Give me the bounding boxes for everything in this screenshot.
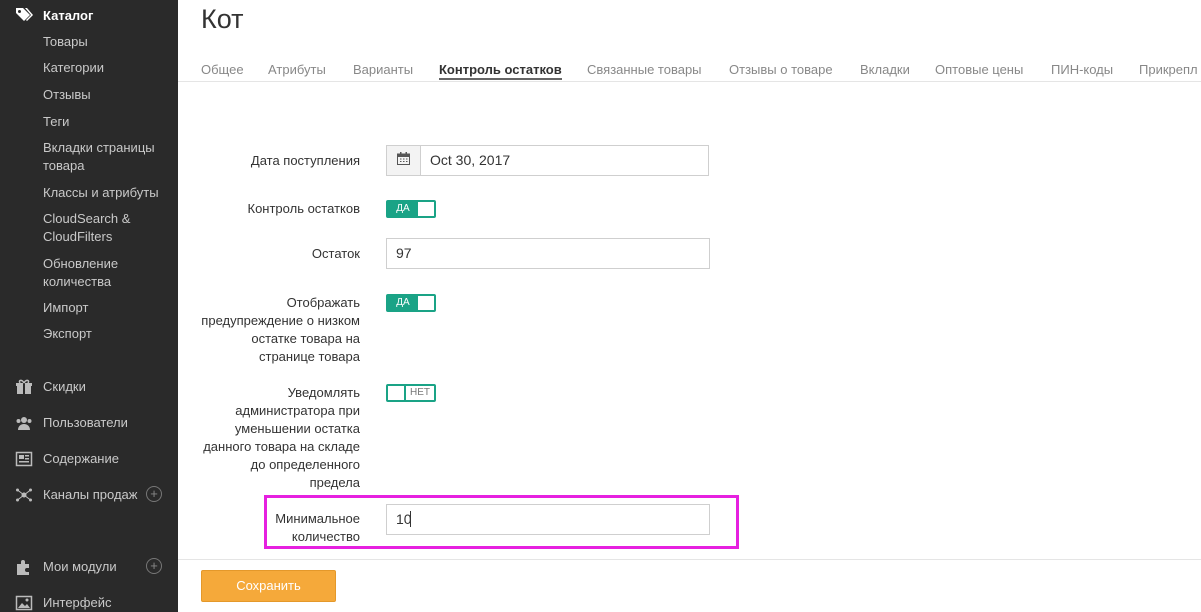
- users-icon: [15, 415, 33, 436]
- sidebar-item-label: Мои модули: [43, 559, 117, 574]
- sidebar-item-content[interactable]: Содержание: [0, 448, 178, 470]
- sidebar-item-label: Скидки: [43, 379, 86, 394]
- puzzle-icon: [15, 559, 33, 580]
- stock-control-toggle[interactable]: ДА: [386, 200, 436, 218]
- calendar-button[interactable]: [387, 146, 421, 175]
- sidebar-item-my-modules[interactable]: Мои модули +: [0, 556, 178, 578]
- arrival-date-field[interactable]: Oct 30, 2017: [386, 145, 709, 176]
- stock-label: Остаток: [311, 246, 360, 261]
- tab-pin-codes[interactable]: ПИН-коды: [1051, 62, 1113, 77]
- sidebar-item-discounts[interactable]: Скидки: [0, 376, 178, 398]
- calendar-icon: [397, 151, 410, 170]
- tags-icon: [15, 7, 33, 28]
- sidebar-item-label: Интерфейс: [43, 595, 112, 610]
- toggle-on-label: ДА: [388, 202, 418, 216]
- notify-admin-label: Уведомлять администратора при уменьшении…: [203, 385, 360, 490]
- low-stock-warning-label: Отображать предупреждение о низком остат…: [201, 295, 360, 364]
- sidebar-subitem-product-tabs[interactable]: Вкладки страницы товара: [43, 139, 168, 175]
- sidebar-item-users[interactable]: Пользователи: [0, 412, 178, 434]
- toggle-off-label: НЕТ: [404, 386, 434, 400]
- sidebar-subitem-cloudsearch[interactable]: CloudSearch & CloudFilters: [43, 210, 168, 246]
- tab-attachments[interactable]: Прикрепл: [1139, 62, 1198, 77]
- toggle-on-label: ДА: [388, 296, 418, 310]
- stock-control-label: Контроль остатков: [247, 201, 361, 216]
- tab-stock-control[interactable]: Контроль остатков: [439, 62, 562, 80]
- sidebar-subitem-tags[interactable]: Теги: [43, 113, 168, 131]
- sidebar-item-label: Пользователи: [43, 415, 128, 430]
- sidebar-subitem-classes-attributes[interactable]: Классы и атрибуты: [43, 184, 168, 202]
- sidebar-item-interface[interactable]: Интерфейс: [0, 592, 178, 612]
- gift-icon: [15, 379, 33, 400]
- sidebar-item-sales-channels[interactable]: Каналы продаж +: [0, 484, 178, 506]
- add-module-button[interactable]: +: [146, 558, 162, 574]
- tab-product-reviews[interactable]: Отзывы о товаре: [729, 62, 833, 77]
- sidebar-subitem-categories[interactable]: Категории: [43, 59, 168, 77]
- tab-general[interactable]: Общее: [201, 62, 244, 77]
- sidebar-subitem-import[interactable]: Импорт: [43, 299, 168, 317]
- image-icon: [15, 595, 33, 612]
- newspaper-icon: [15, 451, 33, 472]
- sidebar-item-label: Каталог: [43, 8, 94, 23]
- tab-related-products[interactable]: Связанные товары: [587, 62, 702, 77]
- save-button[interactable]: Сохранить: [201, 570, 336, 602]
- sidebar-subitem-quantity-update[interactable]: Обновление количества: [43, 255, 168, 291]
- sidebar-item-label: Содержание: [43, 451, 119, 466]
- highlight-box: [264, 495, 739, 549]
- sidebar-item-label: Каналы продаж: [43, 487, 138, 502]
- arrival-date-value: Oct 30, 2017: [430, 152, 511, 168]
- tab-bar: Общее Атрибуты Варианты Контроль остатко…: [178, 60, 1201, 82]
- sidebar-item-catalog[interactable]: Каталог: [0, 4, 178, 26]
- tab-attributes[interactable]: Атрибуты: [268, 62, 326, 77]
- notify-admin-toggle[interactable]: НЕТ: [386, 384, 436, 402]
- tab-tabs[interactable]: Вкладки: [860, 62, 910, 77]
- stock-input[interactable]: 97: [386, 238, 710, 269]
- sidebar: Каталог Товары Категории Отзывы Теги Вкл…: [0, 0, 178, 612]
- page-title: Кот: [201, 4, 244, 34]
- tab-variants[interactable]: Варианты: [353, 62, 413, 77]
- add-sales-channel-button[interactable]: +: [146, 486, 162, 502]
- sidebar-subitem-products[interactable]: Товары: [43, 33, 168, 51]
- network-icon: [15, 487, 33, 508]
- arrival-date-label: Дата поступления: [250, 153, 360, 168]
- tab-wholesale-prices[interactable]: Оптовые цены: [935, 62, 1023, 77]
- low-stock-warning-toggle[interactable]: ДА: [386, 294, 436, 312]
- sidebar-subitem-reviews[interactable]: Отзывы: [43, 86, 168, 104]
- sidebar-subitem-export[interactable]: Экспорт: [43, 325, 168, 343]
